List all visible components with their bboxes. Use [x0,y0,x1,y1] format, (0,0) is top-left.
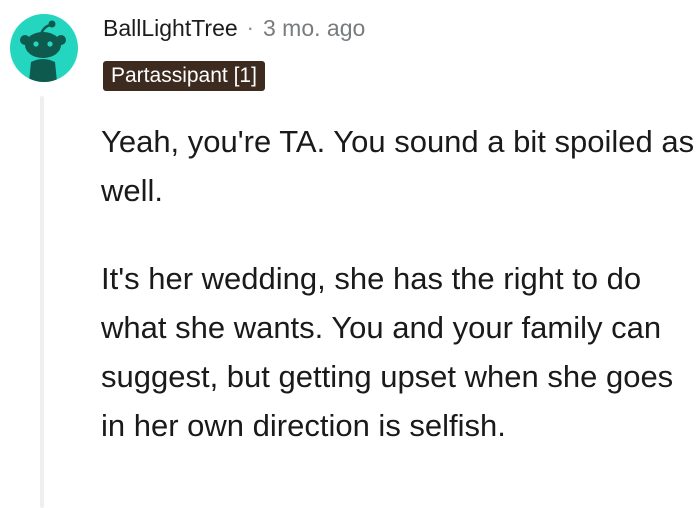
comment-body: Yeah, you're TA. You sound a bit spoiled… [101,117,696,450]
user-flair: Partassipant [1] [103,61,265,91]
snoo-avatar-icon [20,20,66,82]
comment-paragraph: It's her wedding, she has the right to d… [101,261,674,443]
meta-separator: · [246,15,254,40]
username-link[interactable]: BallLightTree [103,15,238,42]
comment-meta: BallLightTree · 3 mo. ago [103,12,365,44]
comment: BallLightTree · 3 mo. ago Partassipant [… [0,0,700,508]
thread-collapse-line[interactable] [40,96,44,508]
comment-paragraph: Yeah, you're TA. You sound a bit spoiled… [101,124,695,208]
user-avatar[interactable] [10,14,78,82]
comment-timestamp[interactable]: 3 mo. ago [263,15,365,42]
